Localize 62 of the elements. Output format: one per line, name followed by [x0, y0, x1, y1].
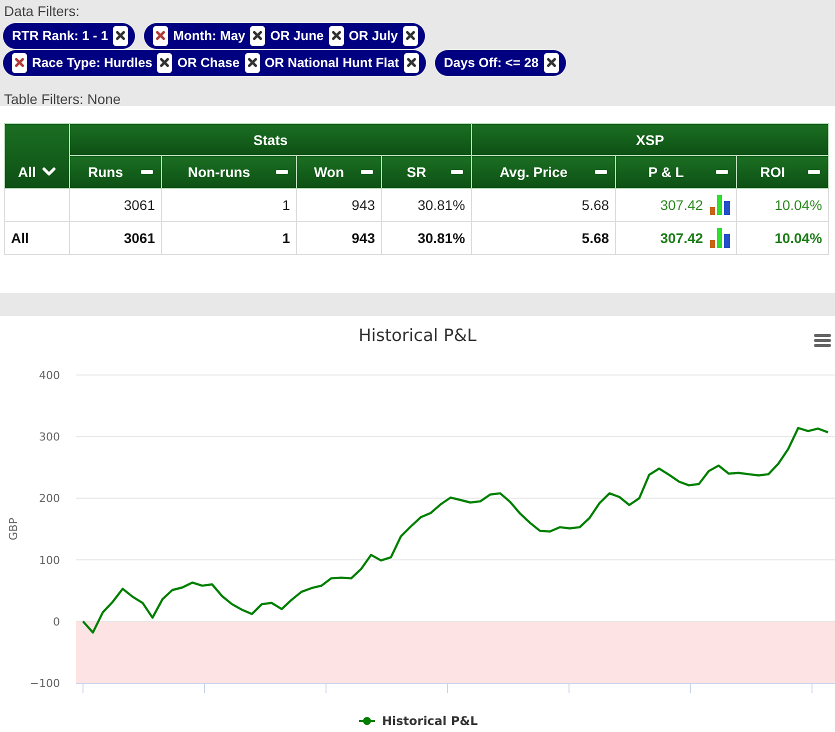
column-header[interactable]: ROI — [736, 156, 829, 188]
axis-tick-label: −100 — [30, 677, 60, 690]
column-header[interactable]: Avg. Price — [472, 156, 616, 188]
table-cell: 943 — [296, 222, 382, 254]
close-icon[interactable] — [544, 53, 559, 73]
minus-icon[interactable] — [808, 170, 820, 174]
axis-tick-label: 200 — [39, 492, 60, 506]
axis-tick-label: 300 — [39, 430, 60, 444]
table-cell: 1 — [162, 222, 296, 254]
table-cell: 5.68 — [472, 222, 616, 254]
column-header[interactable]: P & L — [616, 156, 737, 188]
filter-term: OR June — [270, 28, 324, 44]
minus-icon[interactable] — [595, 170, 608, 174]
table-cell: 30.81% — [382, 188, 472, 222]
axis-tick-label: 0 — [53, 615, 60, 628]
cell-value: 307.42 — [660, 197, 704, 213]
filter-term: Month: May — [173, 28, 246, 44]
table-filters-label: Table Filters: None — [4, 91, 121, 107]
close-icon[interactable] — [250, 26, 266, 46]
table-cell: 10.04% — [736, 222, 829, 254]
table-cell: 3061 — [70, 188, 162, 222]
column-header[interactable]: Runs — [70, 156, 162, 188]
row-group-dropdown[interactable]: All — [5, 156, 69, 188]
filter-term: Race Type: Hurdles — [32, 55, 152, 71]
filter-term: OR July — [348, 28, 398, 44]
close-icon[interactable] — [12, 53, 27, 73]
filter-term: OR National Hunt Flat — [264, 55, 399, 71]
group-header: Stats — [70, 124, 472, 156]
close-icon[interactable] — [404, 53, 419, 73]
filter-term: Days Off: <= 28 — [444, 55, 539, 71]
close-icon[interactable] — [157, 53, 172, 73]
close-icon[interactable] — [244, 53, 260, 73]
legend-label[interactable]: Historical P&L — [382, 714, 478, 728]
table-cell: 5.68 — [472, 188, 616, 222]
table-cell: 30.81% — [382, 222, 472, 254]
chevron-down-icon — [42, 167, 56, 177]
axis-tick-label: 400 — [39, 369, 60, 382]
axis-title: GBP — [7, 518, 20, 540]
filters-label: Data Filters: — [4, 3, 80, 19]
filter-term: OR Chase — [177, 55, 240, 71]
menu-icon[interactable] — [814, 334, 831, 347]
column-header[interactable]: SR — [382, 156, 472, 188]
close-icon[interactable] — [113, 26, 128, 46]
row-label: All — [4, 222, 70, 254]
column-header[interactable]: Non-runs — [162, 156, 296, 188]
close-icon[interactable] — [402, 26, 418, 46]
axis-tick-label: 100 — [39, 554, 60, 567]
chart-title: Historical P&L — [358, 326, 476, 346]
close-icon[interactable] — [328, 26, 344, 46]
filter-term: RTR Rank: 1 - 1 — [12, 28, 108, 44]
table-cell: 10.04% — [736, 188, 829, 222]
table-cell: 3061 — [70, 222, 162, 254]
table-cell: 1 — [162, 188, 296, 222]
group-header: XSP — [472, 124, 829, 156]
bar-chart-icon[interactable] — [710, 195, 730, 215]
table-cell: 943 — [296, 188, 382, 222]
close-icon[interactable] — [153, 26, 168, 46]
column-header[interactable]: Won — [296, 156, 382, 188]
minus-icon[interactable] — [716, 170, 728, 174]
minus-icon[interactable] — [451, 170, 464, 174]
cell-value: 307.42 — [660, 230, 704, 246]
bar-chart-icon[interactable] — [710, 228, 730, 248]
